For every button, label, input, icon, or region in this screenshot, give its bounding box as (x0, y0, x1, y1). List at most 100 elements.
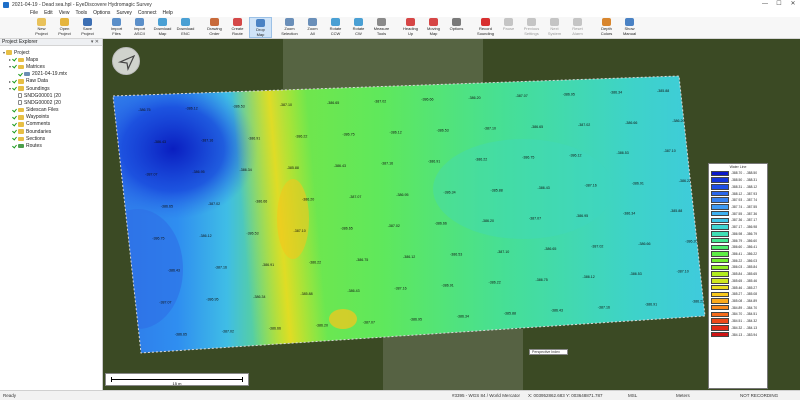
menu-connect[interactable]: Connect (138, 10, 157, 16)
visibility-checkbox[interactable] (12, 136, 17, 141)
close-button[interactable]: ✕ (786, 0, 800, 9)
toolbar-label: Reset Alarm (572, 26, 583, 36)
tree-item-label: Raw Data (26, 78, 48, 85)
download-enc-button[interactable]: Download ENC (174, 17, 197, 38)
rotate-cw-button[interactable]: Rotate CW (347, 17, 370, 38)
legend-swatch (711, 264, 729, 271)
sounding-label: -386.43 (154, 140, 166, 144)
visibility-checkbox[interactable] (12, 64, 17, 69)
tree-item-soundings[interactable]: ▾ Soundings (0, 85, 102, 92)
download-map-button[interactable]: Download Map (151, 17, 174, 38)
menu-options[interactable]: Options (93, 10, 110, 16)
map-canvas[interactable]: -386.75 -386.12 -386.53 -387.10 -386.65 -387.… (103, 39, 800, 390)
visibility-checkbox[interactable] (12, 122, 17, 127)
import-ascii-button[interactable]: Import ASCII (128, 17, 151, 38)
tree-item-waypoints[interactable]: Waypoints (0, 114, 102, 121)
tree-item-sections[interactable]: Sections (0, 135, 102, 142)
menu-edit[interactable]: Edit (44, 10, 53, 16)
sounding-label: -386.75 (522, 155, 534, 159)
sounding-label: -386.12 (199, 234, 211, 238)
visibility-checkbox[interactable] (12, 79, 17, 84)
tree-item-routes[interactable]: Routes (0, 142, 102, 149)
zoom-all-button[interactable]: Zoom All (301, 17, 324, 38)
toolbar-label: Zoom All (307, 26, 318, 36)
visibility-checkbox[interactable] (12, 144, 17, 149)
menu-file[interactable]: File (30, 10, 38, 16)
tree-item-matrices[interactable]: ▾ Matrices (0, 63, 102, 70)
visibility-checkbox[interactable] (12, 129, 17, 134)
next-system-button[interactable]: Next System (543, 17, 566, 38)
reset-alarm-button[interactable]: Reset Alarm (566, 17, 589, 38)
save-project-button[interactable]: Save Project (76, 17, 99, 38)
panel-controls[interactable]: ▾ ✕ (91, 39, 99, 45)
toolbar-label: Drop Map (256, 27, 265, 37)
sounding-label: -386.95 (563, 92, 575, 96)
folder-icon (18, 136, 24, 142)
heading-up-button[interactable]: Heading Up (399, 17, 422, 38)
moving-map-button[interactable]: Moving Map (422, 17, 445, 38)
toolbar: New Project Open Project Save Project Impor… (0, 17, 800, 39)
tree-item-raw-data[interactable]: ▸ Raw Data (0, 78, 102, 85)
import-files-button[interactable]: Import Files (105, 17, 128, 38)
pause-button[interactable]: Pause (497, 17, 520, 38)
create-route-button[interactable]: Create Route (226, 17, 249, 38)
menu-tools[interactable]: Tools (75, 10, 87, 16)
tree-item-sndg00002-20[interactable]: SNDG00002 (20 (0, 99, 102, 106)
menu-survey[interactable]: Survey (116, 10, 132, 16)
tree-item-project[interactable]: ▾ Project (0, 49, 102, 56)
sounding-label: -386.91 (442, 284, 454, 288)
sounding-label: -386.34 (240, 168, 252, 172)
sounding-label: -386.12 (403, 255, 415, 259)
legend-value: -386.60 .. -386.41 (731, 245, 758, 250)
sounding-label: -386.95 (410, 318, 422, 322)
folder-icon (18, 115, 24, 120)
show-manual-button[interactable]: Show Manual (618, 17, 641, 38)
tree-item-sndg00001-20[interactable]: SNDG00001 (20 (0, 92, 102, 99)
depth-colors-button[interactable]: Depth Colors (595, 17, 618, 38)
visibility-checkbox[interactable] (12, 57, 17, 62)
sounding-label: -387.10 (677, 269, 689, 273)
legend-value: -384.51 .. -384.32 (731, 319, 758, 324)
sounding-label: -386.91 (632, 181, 644, 185)
tooltip: Perspective Index (529, 349, 568, 355)
toolbar-label: Download Map (153, 26, 172, 36)
north-arrow[interactable] (112, 47, 140, 75)
previous-settings-button[interactable]: Previous Settings (520, 17, 543, 38)
options-button[interactable]: Options (445, 17, 468, 38)
measure-tools-button[interactable]: Measure Tools (370, 17, 393, 38)
toolbar-label: Rotate CCW (329, 26, 342, 36)
menu-view[interactable]: View (59, 10, 70, 16)
sounding-label: -386.65 (161, 204, 173, 208)
tree-item-comments[interactable]: Comments (0, 121, 102, 128)
drop-map-button[interactable]: Drop Map (249, 17, 272, 38)
legend-value: -386.79 .. -386.60 (731, 238, 758, 243)
drawing-order-button[interactable]: Drawing Order (203, 17, 226, 38)
open-project-button[interactable]: Open Project (53, 17, 76, 38)
sounding-label: -387.07 (529, 217, 541, 221)
maximize-button[interactable]: ☐ (772, 0, 786, 9)
record-button[interactable]: Record Sounding (474, 17, 497, 38)
new-project-button[interactable]: New Project (30, 17, 53, 38)
sounding-label: -387.02 (591, 245, 603, 249)
tree-item-label: Project (14, 49, 30, 56)
tree-item-sidescan-files[interactable]: Sidescan Files (0, 107, 102, 114)
visibility-checkbox[interactable] (18, 72, 23, 77)
visibility-checkbox[interactable] (12, 86, 17, 91)
legend-value: -385.84 .. -385.65 (731, 272, 758, 277)
visibility-checkbox[interactable] (12, 108, 17, 113)
sounding-label: -386.53 (246, 231, 258, 235)
tree-item-2021-04-19-mtx[interactable]: 2021-04-19.mtx (0, 71, 102, 78)
toolbar-label: Depth Colors (600, 26, 613, 36)
menu-help[interactable]: Help (163, 10, 173, 16)
rotate-ccw-button[interactable]: Rotate CCW (324, 17, 347, 38)
tree-item-maps[interactable]: ▸ Maps (0, 56, 102, 63)
map-view[interactable]: -386.75 -386.12 -386.53 -387.10 -386.65 -387.… (103, 39, 800, 390)
sounding-label: -386.95 (576, 214, 588, 218)
sounding-label: -387.02 (208, 202, 220, 206)
visibility-checkbox[interactable] (12, 115, 17, 120)
drawing-order-icon (210, 18, 219, 26)
zoom-selection-button[interactable]: Zoom Selection (278, 17, 301, 38)
tree-item-boundaries[interactable]: Boundaries (0, 128, 102, 135)
minimize-button[interactable]: — (758, 0, 772, 9)
measure-tools-icon (377, 18, 386, 26)
